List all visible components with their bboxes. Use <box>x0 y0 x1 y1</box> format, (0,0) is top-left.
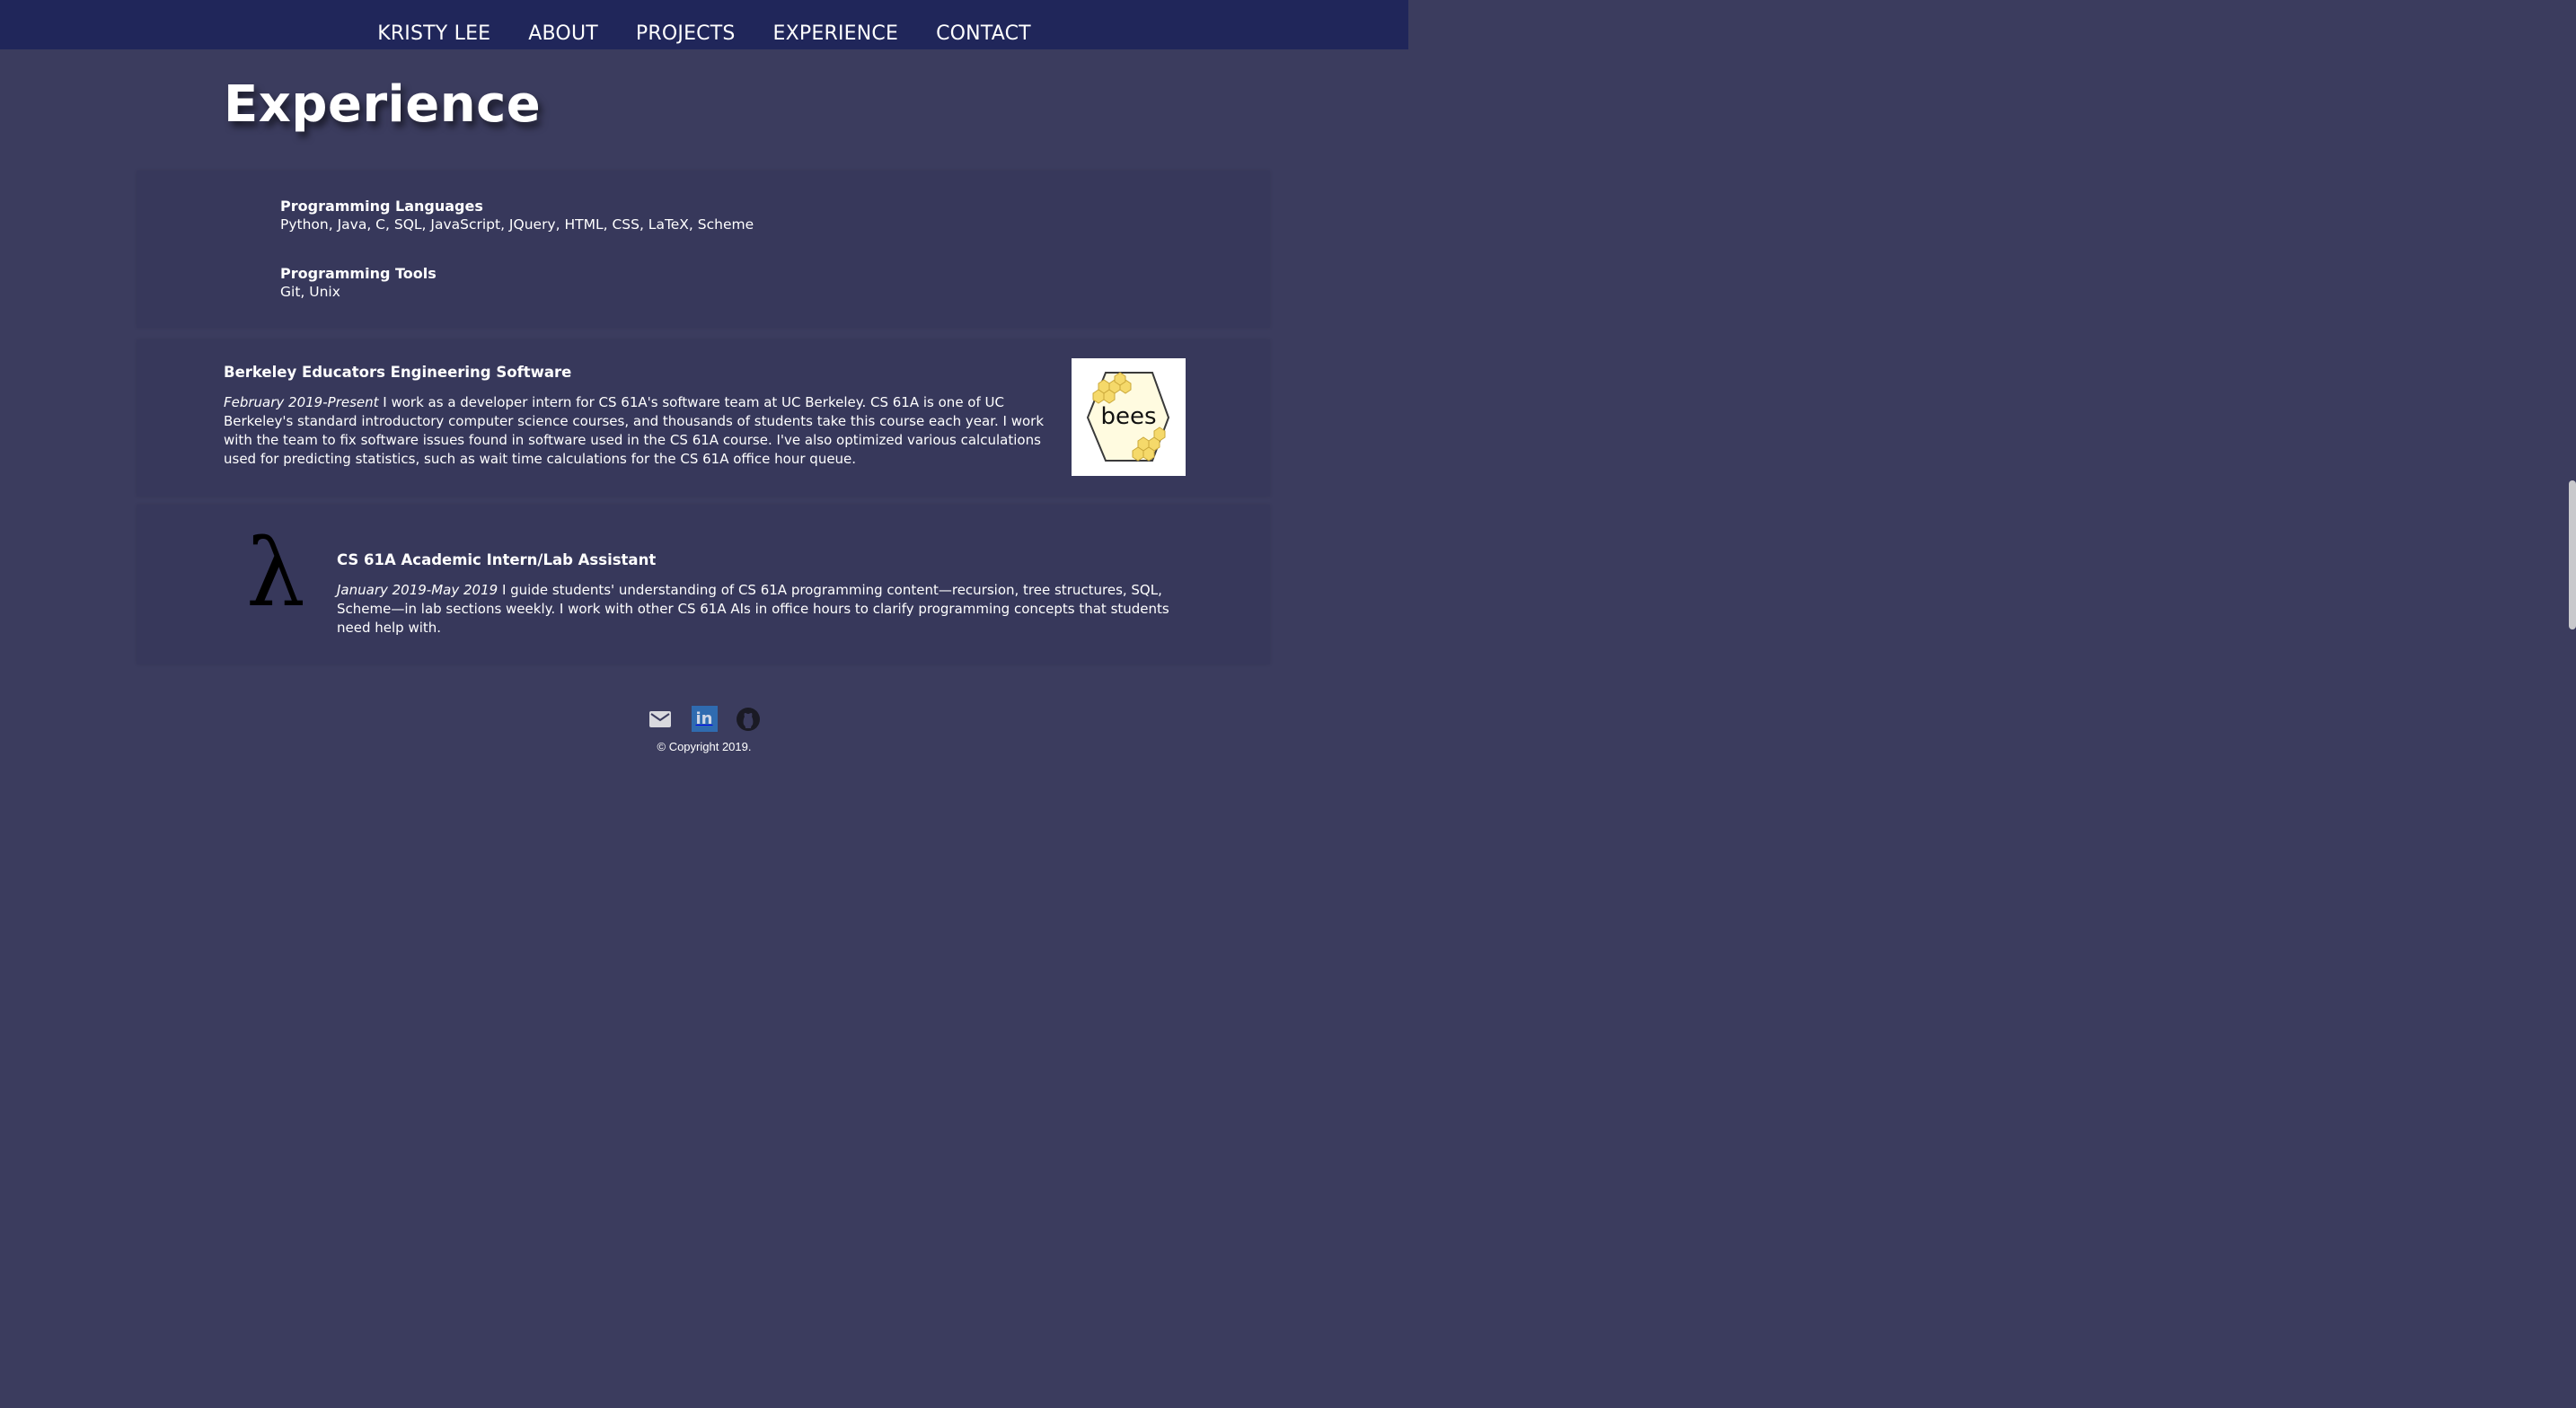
job-date: January 2019-May 2019 <box>337 582 498 598</box>
nav-contact-link[interactable]: CONTACT <box>936 22 1031 49</box>
tools-title: Programming Tools <box>280 265 437 282</box>
nav-home-link[interactable]: KRISTY LEE <box>377 22 490 49</box>
languages-value: Python, Java, C, SQL, JavaScript, JQuery… <box>280 216 754 233</box>
job-card-bees: Berkeley Educators Engineering Software … <box>137 339 1270 497</box>
scrollbar-thumb[interactable] <box>2569 480 2576 629</box>
bees-logo: bees <box>1072 358 1186 476</box>
linkedin-icon[interactable]: in <box>691 706 718 732</box>
mail-icon[interactable] <box>648 706 674 732</box>
page-title: Experience <box>224 75 542 134</box>
job-date: February 2019-Present <box>224 394 379 410</box>
job-title: Berkeley Educators Engineering Software <box>224 364 572 381</box>
social-links: in <box>0 706 1408 732</box>
job-content: Berkeley Educators Engineering Software … <box>224 364 1063 469</box>
job-description: February 2019-Present I work as a develo… <box>224 393 1063 469</box>
languages-block: Programming Languages Python, Java, C, S… <box>280 198 754 233</box>
job-card-cs61a: λ CS 61A Academic Intern/Lab Assistant J… <box>137 505 1270 664</box>
nav-about-link[interactable]: ABOUT <box>528 22 598 49</box>
github-icon[interactable] <box>736 706 762 732</box>
nav-experience-link[interactable]: EXPERIENCE <box>773 22 899 49</box>
copyright: © Copyright 2019. <box>657 740 752 753</box>
top-nav: KRISTY LEE ABOUT PROJECTS EXPERIENCE CON… <box>0 0 1408 49</box>
job-description: January 2019-May 2019 I guide students' … <box>337 581 1186 638</box>
tools-value: Git, Unix <box>280 284 340 300</box>
lambda-logo: λ <box>246 518 305 628</box>
bees-logo-text: bees <box>1100 403 1157 430</box>
tools-block: Programming Tools Git, Unix <box>280 265 437 300</box>
job-content: CS 61A Academic Intern/Lab Assistant Jan… <box>337 551 1186 638</box>
skills-panel: Programming Languages Python, Java, C, S… <box>137 171 1270 328</box>
nav-projects-link[interactable]: PROJECTS <box>636 22 736 49</box>
languages-title: Programming Languages <box>280 198 483 215</box>
job-title: CS 61A Academic Intern/Lab Assistant <box>337 551 657 568</box>
